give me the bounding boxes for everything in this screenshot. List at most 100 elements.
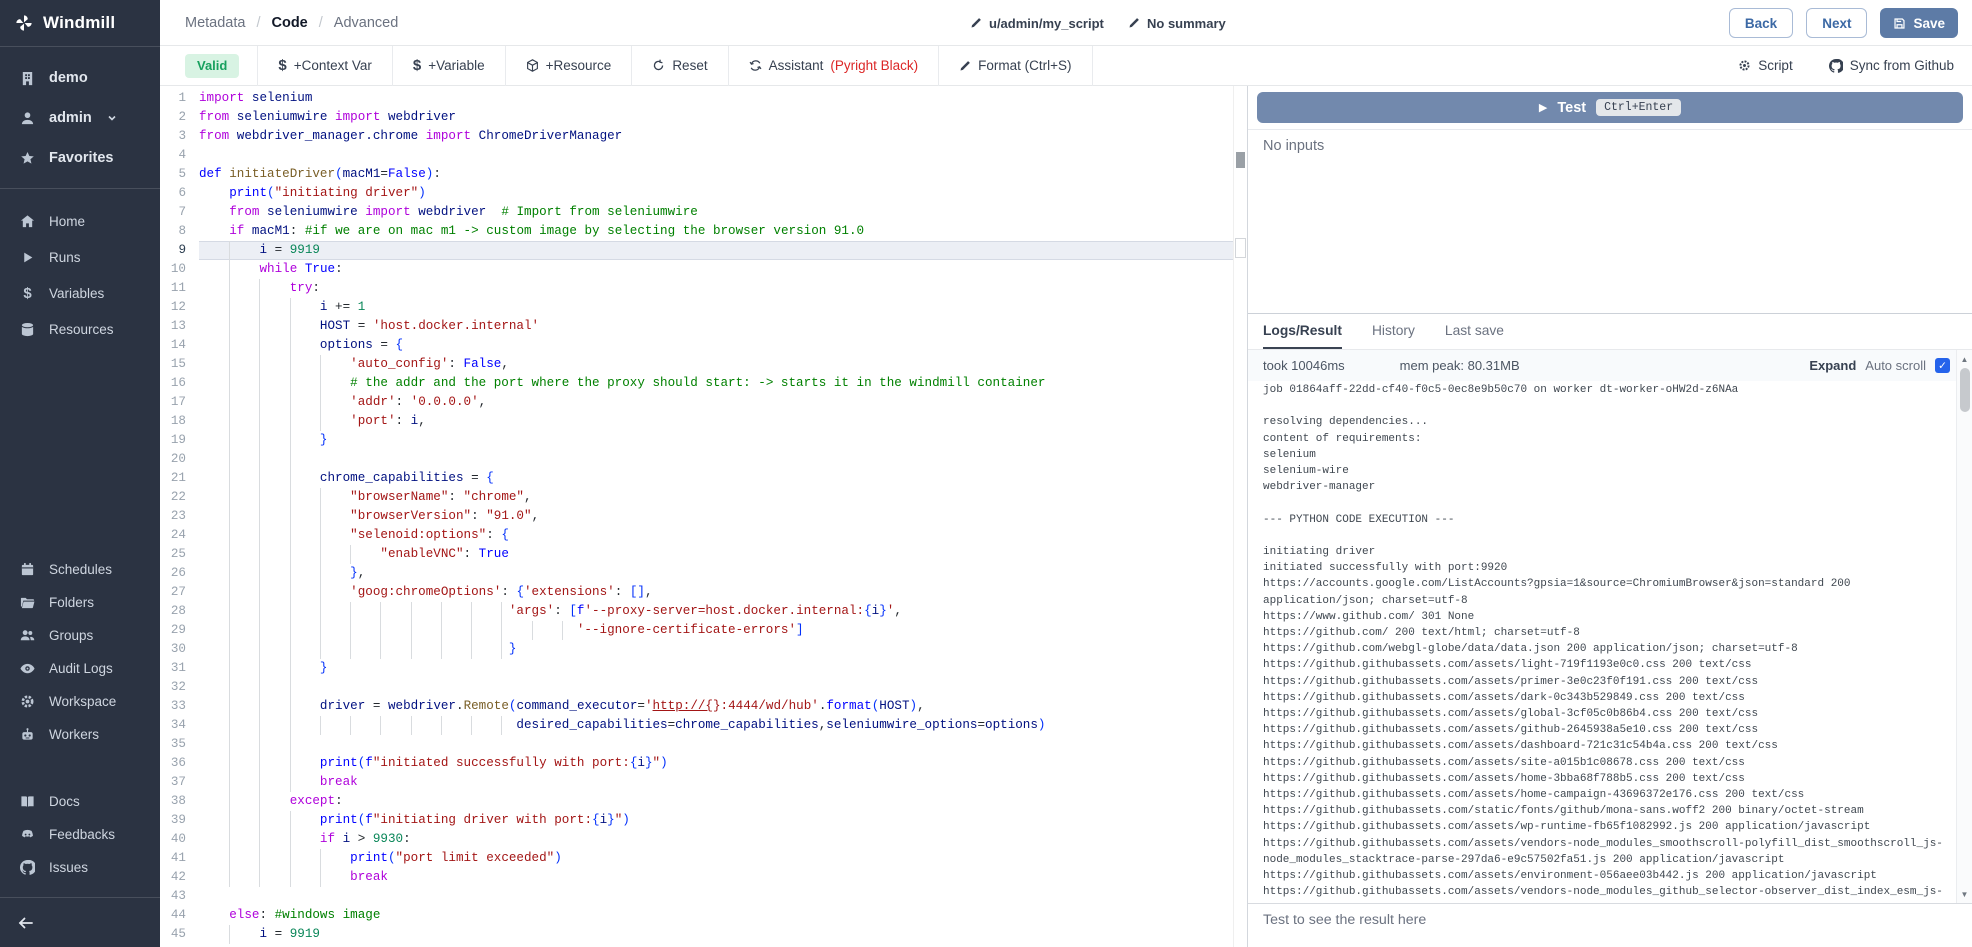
nav-label: Folders (49, 595, 94, 610)
dollar-icon: $ (413, 58, 421, 73)
nav-label: Docs (49, 794, 80, 809)
tab-metadata[interactable]: Metadata (185, 15, 245, 31)
assistant-button[interactable]: Assistant (Pyright Black) (729, 46, 940, 86)
sidebar-collapse-button[interactable] (16, 913, 36, 933)
autoscroll-checkbox[interactable]: ✓ (1935, 358, 1950, 373)
code-line: 35 (160, 735, 1233, 754)
expand-button[interactable]: Expand (1809, 358, 1856, 373)
sidebar-item-issues[interactable]: Issues (0, 851, 160, 884)
script-summary-label: No summary (1147, 16, 1226, 31)
tab-history[interactable]: History (1372, 314, 1415, 349)
sidebar-item-favorites[interactable]: Favorites (0, 138, 160, 178)
sidebar-item-home[interactable]: Home (0, 203, 160, 239)
line-number: 12 (160, 298, 199, 317)
log-scrollbar-handle[interactable] (1960, 368, 1970, 412)
script-summary[interactable]: No summary (1128, 0, 1226, 46)
nav-label: Home (49, 214, 85, 229)
code-line: 32 (160, 678, 1233, 697)
reset-button[interactable]: Reset (632, 46, 728, 86)
save-disk-icon (1893, 17, 1906, 30)
line-number: 35 (160, 735, 199, 754)
autoscroll-label: Auto scroll (1865, 358, 1926, 373)
code-line: 11 try: (160, 279, 1233, 298)
run-mem-peak: mem peak: 80.31MB (1400, 358, 1520, 373)
log-scrollbar[interactable]: ▲ ▼ (1956, 350, 1972, 903)
brand[interactable]: Windmill (0, 0, 160, 47)
line-number: 11 (160, 279, 199, 298)
tab-separator: / (256, 15, 260, 31)
editor-scrollbar-handle[interactable] (1236, 152, 1245, 168)
test-label: Test (1557, 100, 1586, 116)
pencil-icon (970, 17, 982, 29)
dollar-icon: $ (19, 286, 36, 301)
script-kind-button[interactable]: Script (1738, 46, 1793, 86)
sidebar-item-feedbacks[interactable]: Feedbacks (0, 818, 160, 851)
code-line: 5def initiateDriver(macM1=False): (160, 165, 1233, 184)
code-lines: 1import selenium2from seleniumwire impor… (160, 89, 1233, 944)
editor-scrollbar[interactable] (1233, 86, 1247, 947)
code-line: 7 from seleniumwire import webdriver # I… (160, 203, 1233, 222)
log-output[interactable]: job 01864aff-22dd-cf40-f0c5-0ec8e9b50c70… (1263, 382, 1953, 899)
sidebar-item-workers[interactable]: Workers (0, 718, 160, 751)
calendar-icon (19, 562, 36, 577)
line-number: 9 (160, 241, 199, 260)
tab-logs-result[interactable]: Logs/Result (1263, 314, 1342, 349)
sidebar-item-resources[interactable]: Resources (0, 311, 160, 347)
robot-icon (19, 727, 36, 742)
sidebar-item-runs[interactable]: Runs (0, 239, 160, 275)
database-icon (19, 322, 36, 337)
script-kind-label: Script (1758, 58, 1793, 73)
line-number: 43 (160, 887, 199, 906)
line-number: 2 (160, 108, 199, 127)
tab-advanced[interactable]: Advanced (334, 15, 399, 31)
sidebar-item-docs[interactable]: Docs (0, 785, 160, 818)
sidebar-item-folders[interactable]: Folders (0, 586, 160, 619)
code-line: 2from seleniumwire import webdriver (160, 108, 1233, 127)
next-button[interactable]: Next (1806, 8, 1867, 38)
sync-github-button[interactable]: Sync from Github (1829, 46, 1954, 86)
code-line: 14 options = { (160, 336, 1233, 355)
line-number: 18 (160, 412, 199, 431)
sidebar-item-variables[interactable]: $ Variables (0, 275, 160, 311)
add-resource-button[interactable]: +Resource (506, 46, 633, 86)
format-button[interactable]: Format (Ctrl+S) (939, 46, 1092, 86)
assistant-label: Assistant (769, 58, 824, 73)
test-button[interactable]: ▶ Test Ctrl+Enter (1257, 92, 1963, 123)
sidebar-item-groups[interactable]: Groups (0, 619, 160, 652)
add-context-var-button[interactable]: $ +Context Var (257, 46, 393, 86)
windmill-app: Windmill demo admin (0, 0, 1972, 947)
scroll-down-arrow[interactable]: ▼ (1957, 887, 1972, 901)
tab-code[interactable]: Code (272, 15, 308, 31)
folder-icon (19, 595, 36, 610)
script-path[interactable]: u/admin/my_script (970, 0, 1104, 46)
save-button[interactable]: Save (1880, 8, 1958, 38)
nav-label: Audit Logs (49, 661, 113, 676)
add-resource-label: +Resource (546, 58, 612, 73)
add-variable-button[interactable]: $ +Variable (393, 46, 506, 86)
tab-last-save[interactable]: Last save (1445, 314, 1504, 349)
line-number: 16 (160, 374, 199, 393)
code-line: 22 "browserName": "chrome", (160, 488, 1233, 507)
code-line: 15 'auto_config': False, (160, 355, 1233, 374)
sidebar-item-schedules[interactable]: Schedules (0, 553, 160, 586)
code-line: 17 'addr': '0.0.0.0', (160, 393, 1233, 412)
scroll-up-arrow[interactable]: ▲ (1957, 352, 1972, 366)
sidebar-item-user[interactable]: admin (0, 98, 160, 138)
code-line: 4 (160, 146, 1233, 165)
line-number: 42 (160, 868, 199, 887)
line-number: 37 (160, 773, 199, 792)
code-line: 34 desired_capabilities=chrome_capabilit… (160, 716, 1233, 735)
sidebar-item-workspace[interactable]: demo (0, 58, 160, 98)
dollar-icon: $ (278, 58, 286, 73)
refresh-icon (749, 59, 762, 72)
format-label: Format (Ctrl+S) (978, 58, 1071, 73)
sidebar-item-audit-logs[interactable]: Audit Logs (0, 652, 160, 685)
code-line: 28 'args': [f'--proxy-server=host.docker… (160, 602, 1233, 621)
add-variable-label: +Variable (428, 58, 484, 73)
code-line: 38 except: (160, 792, 1233, 811)
code-editor[interactable]: 1import selenium2from seleniumwire impor… (160, 86, 1247, 947)
back-button[interactable]: Back (1729, 8, 1793, 38)
line-number: 10 (160, 260, 199, 279)
line-number: 20 (160, 450, 199, 469)
sidebar-item-workspace-settings[interactable]: Workspace (0, 685, 160, 718)
